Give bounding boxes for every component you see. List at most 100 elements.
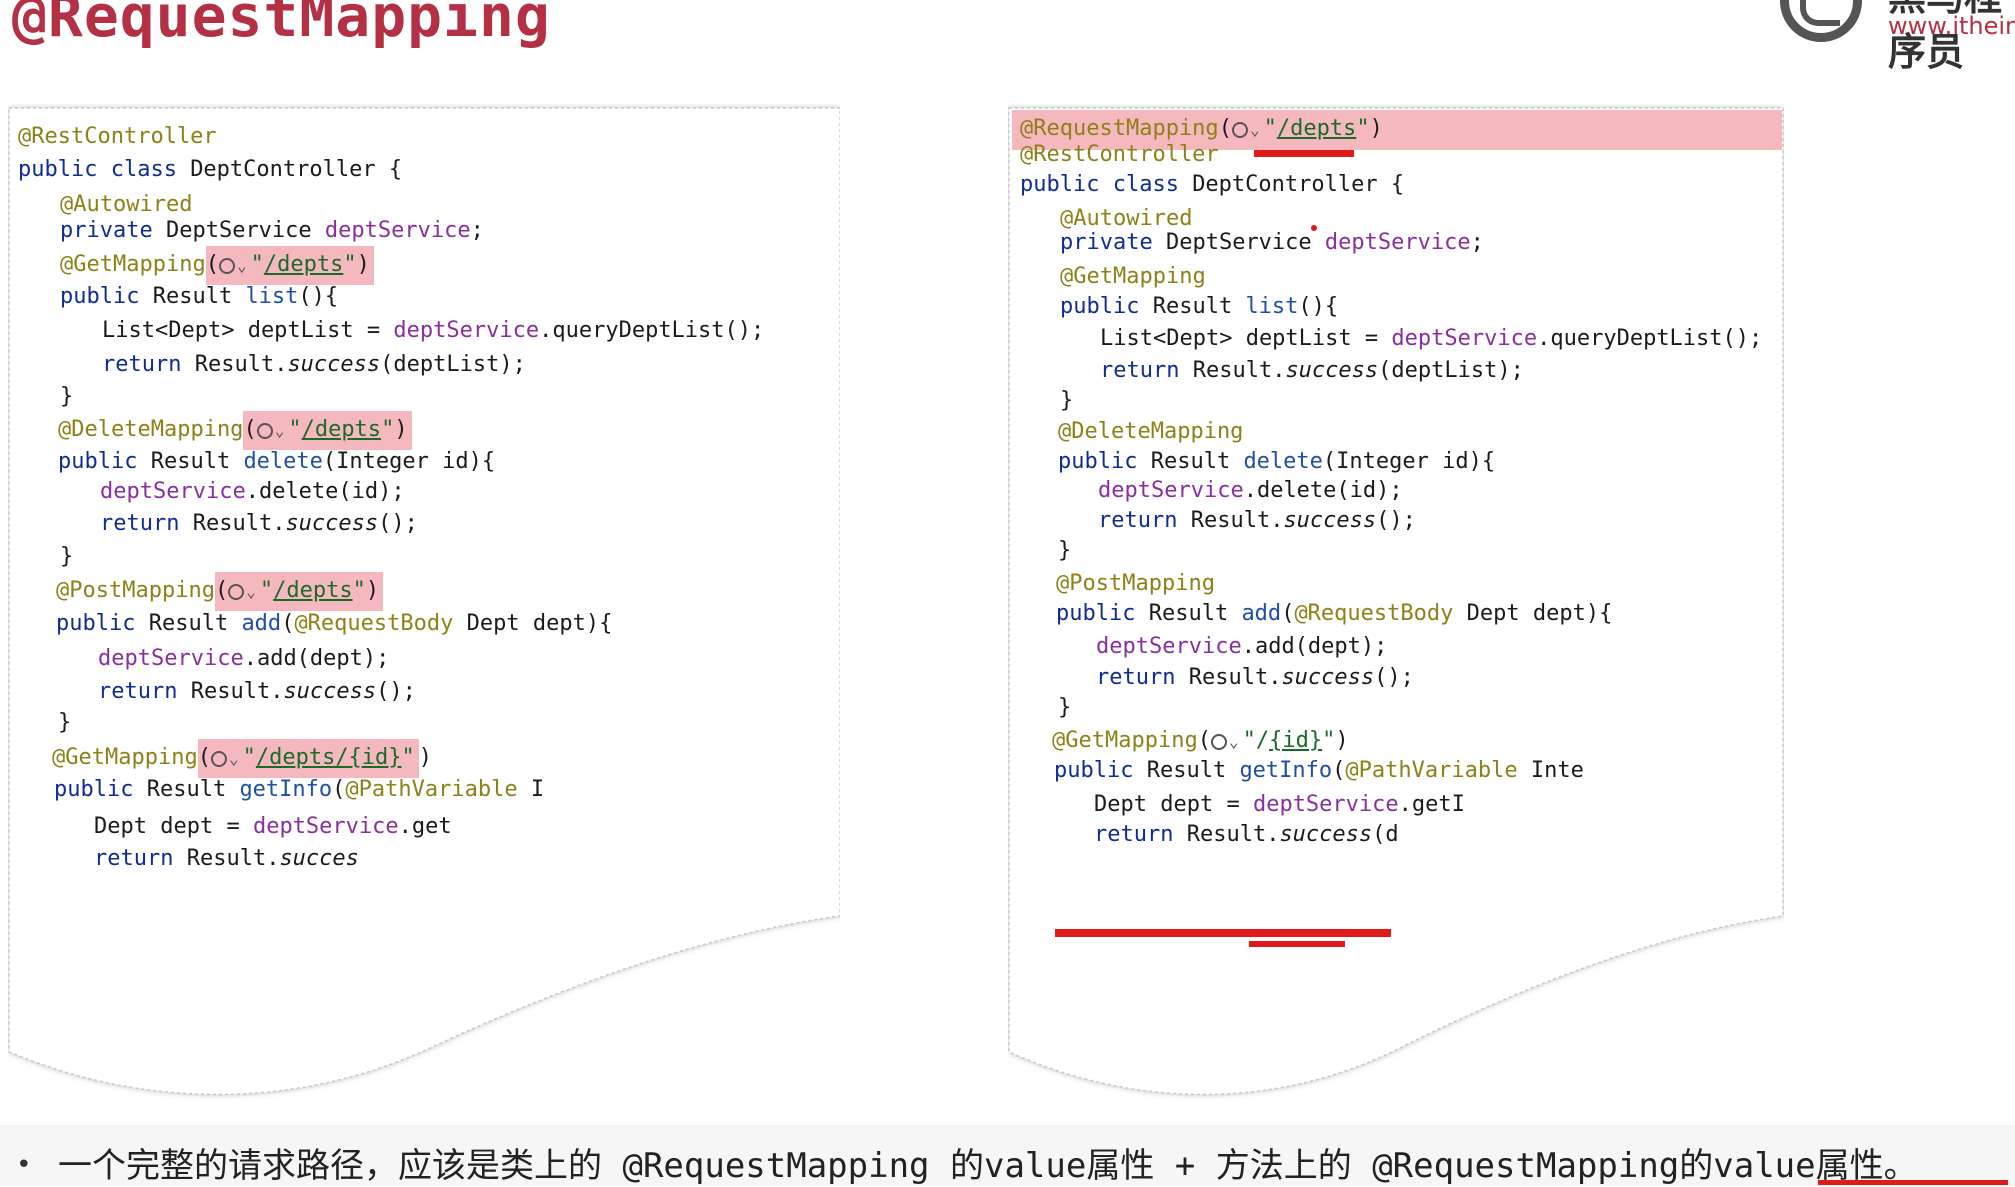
right-code-line: List<Dept> deptList = deptService.queryD… — [1100, 326, 1762, 352]
code-token: @PostMapping — [1056, 571, 1215, 596]
code-token: } — [1060, 388, 1074, 413]
code-token: @RequestBody — [1294, 601, 1454, 626]
left-code-line: } — [60, 544, 73, 570]
code-token: @GetMapping — [52, 745, 198, 770]
code-token: public — [1056, 601, 1149, 626]
right-code-line: @PostMapping — [1056, 571, 1215, 597]
left-code-line: @GetMapping(⌄ "/depts") — [60, 246, 374, 285]
code-token: Result — [1148, 601, 1242, 626]
right-code-line: deptService.add(dept); — [1096, 634, 1387, 660]
code-token: success — [1283, 508, 1377, 533]
code-token: succes — [279, 846, 359, 871]
web-endpoint-icon — [218, 258, 235, 274]
code-token: public class — [1020, 172, 1193, 197]
code-token: Result — [150, 449, 244, 474]
code-token: return — [98, 679, 191, 704]
mapping-highlight: (⌄ "/depts/{id}" — [197, 739, 419, 778]
code-token: ) — [394, 417, 408, 442]
code-token: list — [1245, 294, 1299, 319]
code-token: @RestController — [18, 124, 217, 149]
code-token: " — [250, 252, 264, 277]
right-code-line: return Result.success(deptList); — [1100, 358, 1524, 384]
code-token: (deptList); — [380, 352, 526, 377]
code-token: getInfo — [239, 777, 333, 802]
code-token: deptService — [324, 218, 471, 243]
code-token: Result. — [1192, 358, 1286, 383]
code-token: Result. — [190, 679, 284, 704]
code-token: Result — [146, 777, 240, 802]
code-token: return — [102, 352, 195, 377]
left-code-line: return Result.success(); — [98, 679, 416, 705]
code-token: .queryDeptList(); — [539, 318, 765, 343]
code-token: } — [1058, 695, 1072, 720]
code-token: ( — [1218, 116, 1232, 141]
code-token: .add(dept); — [1241, 634, 1388, 659]
chevron-down-icon: ⌄ — [246, 582, 256, 601]
code-token: ( — [1332, 758, 1346, 783]
code-token: deptService — [1391, 326, 1538, 351]
code-token: .getI — [1398, 792, 1465, 817]
code-token: @GetMapping — [60, 252, 206, 277]
code-token: success — [287, 352, 381, 377]
code-token: public — [1054, 758, 1147, 783]
right-code-line: @RequestMapping(⌄ "/depts") — [1020, 116, 1383, 143]
code-token: @DeleteMapping — [1058, 419, 1244, 444]
right-code-line: return Result.success(d — [1094, 822, 1399, 848]
code-token: ( — [243, 417, 257, 442]
code-token: " — [1322, 728, 1336, 753]
left-code-line: public class DeptController { — [18, 157, 402, 183]
right-code-line: deptService.delete(id); — [1098, 478, 1403, 504]
code-token: deptService — [1324, 230, 1471, 255]
left-code-line: return Result.success(); — [100, 511, 418, 537]
code-token: ) — [418, 745, 433, 770]
footer-note: 一个完整的请求路径，应该是类上的 @RequestMapping 的value属… — [58, 1146, 1918, 1186]
code-token: deptService — [100, 479, 246, 504]
left-code-line: deptService.delete(id); — [100, 479, 405, 505]
mapping-highlight: (⌄ "/depts") — [205, 246, 374, 285]
code-token: deptService — [393, 318, 540, 343]
brand-url: www.itheim — [1888, 12, 2015, 40]
code-token: list — [245, 284, 299, 309]
web-endpoint-icon — [1210, 734, 1227, 750]
code-token: " — [259, 578, 274, 603]
code-token: (); — [378, 511, 418, 536]
right-code-line: } — [1058, 538, 1071, 564]
code-token: (d — [1372, 822, 1399, 847]
code-token: add — [1241, 601, 1282, 626]
code-token: Dept dept = — [1094, 792, 1253, 817]
code-token: {id} — [348, 745, 402, 770]
left-code-line: public Result getInfo(@PathVariable I — [54, 777, 544, 803]
code-token: } — [1058, 538, 1072, 563]
code-token: " — [381, 417, 395, 442]
mapping-highlight: (⌄ "/depts") — [243, 411, 412, 450]
code-token: @RequestMapping — [1020, 116, 1219, 141]
code-token: @GetMapping — [1060, 264, 1206, 289]
web-endpoint-icon — [228, 584, 245, 600]
right-code-line: @Autowired — [1060, 206, 1192, 232]
left-code-line: return Result.succes — [94, 846, 359, 872]
code-token: " — [1356, 116, 1370, 141]
code-panel-right: @RequestMapping(⌄ "/depts") @RestControlle… — [1008, 104, 1784, 1104]
code-token: /depts — [301, 417, 382, 442]
code-token: Result. — [1190, 508, 1284, 533]
left-code-line: return Result.success(deptList); — [102, 352, 526, 378]
slide-title: @RequestMapping — [12, 0, 551, 50]
left-code-line: } — [58, 710, 71, 736]
code-token: return — [1094, 822, 1187, 847]
right-code-line: } — [1058, 695, 1071, 721]
code-token: Dept dept){ — [1453, 601, 1613, 626]
code-token: ; — [470, 218, 484, 243]
web-endpoint-icon — [256, 423, 273, 439]
left-code-line: public Result list(){ — [60, 284, 338, 310]
web-endpoint-icon — [1231, 122, 1248, 138]
code-token: Dept dept){ — [453, 611, 613, 636]
right-code-line: @RestController — [1020, 142, 1219, 168]
code-token: Result. — [186, 846, 280, 871]
right-code-line: public Result list(){ — [1060, 294, 1338, 320]
code-token: " — [401, 745, 415, 770]
code-token: .delete(id); — [1243, 478, 1403, 503]
right-code-line: } — [1060, 388, 1073, 414]
code-token: .delete(id); — [245, 479, 405, 504]
code-token: public — [56, 611, 149, 636]
code-token: ) — [356, 252, 370, 277]
